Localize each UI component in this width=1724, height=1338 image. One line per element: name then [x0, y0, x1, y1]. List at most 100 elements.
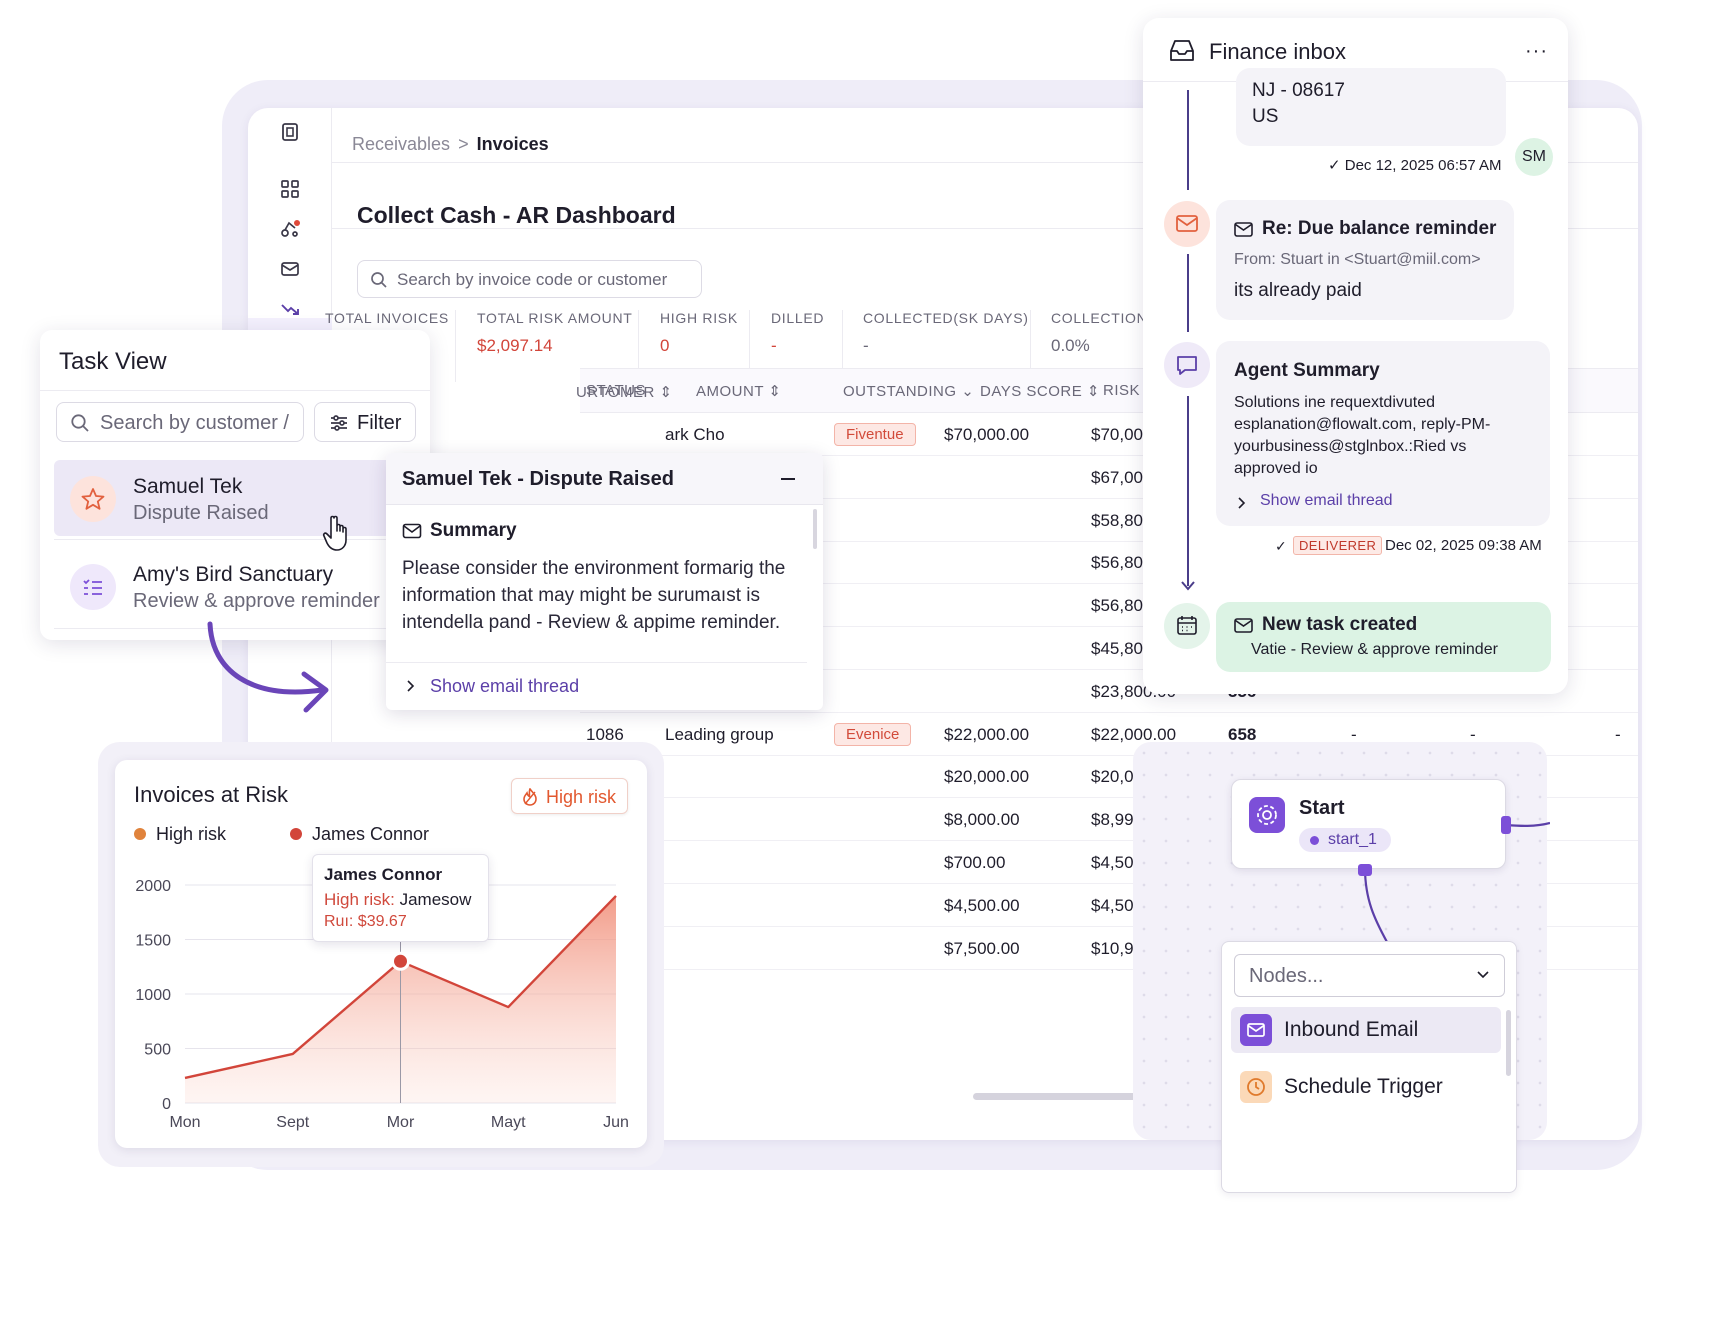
chip-dot	[1310, 836, 1319, 845]
status-badge: Evenice	[834, 722, 912, 746]
avatar: SM	[1515, 138, 1553, 176]
cell-extra2: -	[1615, 724, 1621, 744]
breadcrumb-receivables[interactable]: Receivables	[352, 134, 450, 154]
stat-collected: COLLECTED(SK DAYS) -	[863, 310, 1029, 356]
start-node[interactable]: Start start_1	[1231, 779, 1511, 876]
task-item-subtitle: Review & approve reminder	[133, 590, 380, 612]
search-icon	[71, 414, 89, 432]
invoice-search-input[interactable]: Search by invoice code or customer	[357, 260, 702, 298]
reminder-from: From: Stuart in <Stuart@miil.com>	[1234, 251, 1481, 268]
new-task-card[interactable]	[1216, 602, 1551, 672]
task-item-divider	[54, 539, 430, 540]
cell-amount: $20,000.00	[944, 767, 1030, 787]
stat-high-risk: HIGH RISK 0	[660, 310, 738, 356]
task-item-name: Amy's Bird Sanctuary	[133, 563, 334, 586]
task-item-subtitle: Dispute Raised	[133, 502, 269, 524]
chevron-down-icon	[1477, 971, 1489, 979]
option-label: Schedule Trigger	[1284, 1075, 1443, 1098]
delivered-badge: DELIVERER	[1293, 536, 1383, 555]
reminder-subject: Re: Due balance reminder	[1262, 218, 1497, 239]
reminder-body: its already paid	[1234, 280, 1362, 301]
customer-search-placeholder: Search by customer /	[100, 412, 289, 434]
col-outstanding[interactable]: OUTSTANDING ⌄	[843, 382, 974, 400]
filter-button[interactable]: Filter	[314, 402, 416, 442]
show-email-thread-link[interactable]: Show email thread	[430, 676, 579, 697]
dispute-popup: Samuel Tek - Dispute Raised Summary Plea…	[386, 453, 823, 710]
search-icon	[371, 272, 387, 288]
invoice-search-placeholder: Search by invoice code or customer	[397, 270, 668, 289]
stat-value: -	[771, 336, 777, 355]
list-icon	[70, 564, 116, 610]
stat-value: -	[863, 336, 869, 355]
x-tick-label: Mor	[387, 1114, 415, 1131]
inbox-icon[interactable]	[277, 256, 303, 282]
inbox-title: Finance inbox	[1209, 39, 1346, 64]
more-options-icon[interactable]: ···	[1525, 40, 1548, 63]
summary-label: Summary	[430, 520, 517, 541]
cell-amount: $8,000.00	[944, 810, 1020, 830]
option-schedule-trigger[interactable]: Schedule Trigger	[1231, 1064, 1501, 1110]
gear-icon	[1249, 797, 1285, 833]
message-timestamp: ✓ Dec 12, 2025 06:57 AM	[1328, 157, 1502, 174]
stat-dilled: DILLED -	[771, 310, 824, 356]
timeline-line	[1187, 90, 1189, 190]
stat-divider	[455, 310, 456, 382]
start-node-title: Start	[1299, 797, 1345, 819]
show-email-thread-link[interactable]: Show email thread	[1260, 492, 1393, 510]
customer-search-input[interactable]: Search by customer /	[56, 402, 304, 442]
y-tick-label: 0	[162, 1096, 171, 1113]
workflow-connector	[1505, 821, 1550, 827]
side-handle[interactable]	[1501, 816, 1511, 834]
timeline-line	[1187, 396, 1189, 586]
nodes-placeholder: Nodes...	[1249, 965, 1324, 987]
chat-icon	[1164, 342, 1210, 388]
tooltip-name: James Connor	[324, 865, 443, 884]
workflow-icon[interactable]	[277, 216, 303, 242]
cell-amount: $4,500.00	[944, 895, 1020, 915]
stat-label: TOTAL INVOICES	[325, 310, 449, 326]
trend-down-icon[interactable]	[277, 296, 303, 322]
breadcrumb-separator: >	[458, 134, 469, 154]
option-inbound-email[interactable]: Inbound Email	[1231, 1007, 1501, 1053]
cell-customer: ark Cho	[665, 425, 725, 444]
sidebar-toggle-icon[interactable]	[277, 119, 303, 145]
page-title: Collect Cash - AR Dashboard	[357, 202, 676, 228]
stat-collection: COLLECTION 0.0%	[1051, 310, 1147, 356]
chevron-right-icon	[1238, 497, 1246, 509]
address-line-2: US	[1252, 106, 1279, 127]
task-view-panel: Task View Search by customer / Filter Sa…	[40, 330, 430, 640]
col-status[interactable]: STATUS	[586, 382, 646, 399]
output-handle[interactable]	[1358, 864, 1372, 876]
finance-inbox-panel: Finance inbox ··· NJ - 08617 US ✓ Dec 12…	[1143, 18, 1568, 694]
minimize-icon[interactable]	[781, 478, 795, 480]
risk-area-chart: 2000 1500 1000 500 0Mon Sept Mor Mayt Jun	[135, 878, 628, 1131]
mail-icon	[1234, 222, 1253, 237]
check-icon: ✓	[1328, 157, 1341, 174]
new-task-title: New task created	[1262, 614, 1418, 635]
node-picker: Nodes... Inbound Email Schedule Trigger	[1221, 941, 1517, 1193]
inbox-tray-icon	[1170, 40, 1194, 61]
task-item-amys-bird-sanctuary[interactable]: Amy's Bird Sanctuary Review & approve re…	[54, 548, 424, 624]
breadcrumb: Receivables > Invoices	[352, 134, 549, 155]
col-amount[interactable]: AMOUNT ⇕	[696, 382, 781, 400]
new-task-subtitle: Vatie - Review & approve reminder	[1251, 641, 1498, 658]
stat-label: DILLED	[771, 310, 825, 326]
summary-body: Please consider the environment formarig…	[402, 558, 786, 633]
col-days-score[interactable]: DAYS SCORE ⇕	[980, 382, 1100, 400]
task-item-samuel-tek[interactable]: Samuel Tek Dispute Raised	[54, 460, 424, 536]
nodes-dropdown[interactable]: Nodes...	[1234, 954, 1505, 997]
y-tick-label: 1500	[135, 933, 171, 950]
grid-icon[interactable]	[277, 176, 303, 202]
address-line-1: NJ - 08617	[1252, 80, 1345, 101]
popup-scrollbar[interactable]	[813, 509, 817, 549]
tooltip-risk: High risk: Jamesow	[324, 890, 472, 909]
filter-label: Filter	[357, 412, 402, 434]
agent-summary-body: Solutions ine requextdivuted esplanation…	[1234, 394, 1491, 477]
x-tick-label: Sept	[276, 1114, 309, 1131]
cell-customer: Leading group	[665, 724, 774, 744]
cell-amount: $70,000.00	[944, 425, 1030, 444]
arrow-down-icon	[1181, 581, 1195, 591]
y-tick-label: 500	[144, 1042, 171, 1059]
x-tick-label: Mayt	[491, 1114, 526, 1131]
picker-scrollbar[interactable]	[1506, 1010, 1511, 1076]
